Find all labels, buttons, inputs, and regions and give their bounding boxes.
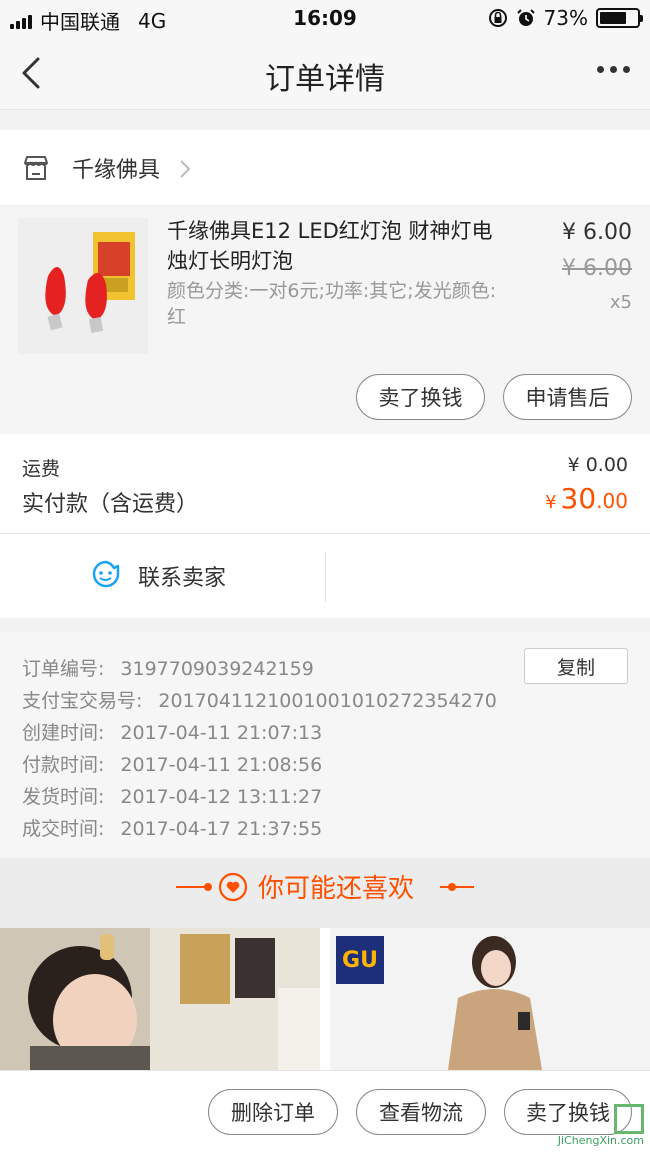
- after-sales-button[interactable]: 申请售后: [503, 374, 632, 420]
- info-label: 发货时间:: [22, 786, 105, 808]
- info-label: 付款时间:: [22, 754, 105, 776]
- shipping-label: 运费: [22, 458, 61, 480]
- watermark-logo: [614, 1104, 644, 1134]
- nav-bar: 订单详情: [0, 36, 650, 110]
- paid-decimal: .00: [596, 489, 628, 513]
- copy-button[interactable]: 复制: [524, 648, 628, 684]
- child-photo-image: [0, 928, 320, 1070]
- created-time-row: 创建时间: 2017-04-11 21:07:13: [22, 718, 322, 745]
- product-price: ¥ 6.00: [562, 220, 632, 245]
- info-label: 订单编号:: [22, 658, 105, 680]
- product-card[interactable]: 千缘佛具E12 LED红灯泡 财神灯电烛灯长明灯泡 颜色分类:一对6元;功率:其…: [0, 206, 650, 434]
- page-title: 订单详情: [265, 62, 385, 97]
- info-value: 2017-04-12 13:11:27: [120, 786, 323, 808]
- info-value: 2017041121001001010272354270: [158, 690, 497, 712]
- shop-name: 千缘佛具: [72, 158, 161, 183]
- delete-order-button[interactable]: 删除订单: [208, 1089, 338, 1135]
- battery-fill: [600, 12, 627, 24]
- recommend-item-image[interactable]: GU: [330, 928, 650, 1070]
- shop-row[interactable]: 千缘佛具: [0, 130, 650, 206]
- product-original-price: ¥ 6.00: [562, 256, 632, 281]
- info-label: 创建时间:: [22, 722, 105, 744]
- recommend-title: 你可能还喜欢: [258, 874, 415, 904]
- paid-integer: 30: [560, 482, 597, 515]
- product-spec: 颜色分类:一对6元;功率:其它;发光颜色:红: [167, 280, 497, 328]
- divider-dot-left: [204, 883, 212, 891]
- fee-section: 运费 ¥ 0.00 实付款（含运费） ¥ 30.00: [0, 434, 650, 534]
- order-number-row: 订单编号: 3197709039242159: [22, 654, 314, 681]
- product-name: 千缘佛具E12 LED红灯泡 财神灯电烛灯长明灯泡: [167, 219, 493, 273]
- deal-time-row: 成交时间: 2017-04-17 21:37:55: [22, 814, 322, 841]
- product-quantity: x5: [609, 292, 632, 313]
- store-icon: [24, 156, 48, 180]
- view-logistics-button[interactable]: 查看物流: [356, 1089, 486, 1135]
- resell-button[interactable]: 卖了换钱: [356, 374, 485, 420]
- shipped-time-row: 发货时间: 2017-04-12 13:11:27: [22, 782, 322, 809]
- recommend-item-image[interactable]: [0, 928, 320, 1070]
- alipay-trade-row: 支付宝交易号: 2017041121001001010272354270: [22, 686, 497, 713]
- paid-amount: ¥ 30.00: [545, 482, 628, 515]
- heart-icon: [218, 872, 248, 902]
- chevron-right-icon: [180, 160, 191, 178]
- watermark-text: JiChengXin.com: [557, 1134, 644, 1147]
- contact-bar: 联系卖家: [0, 534, 650, 618]
- red-bulbs-image: [18, 218, 148, 354]
- shipping-value: ¥ 0.00: [567, 454, 628, 476]
- alarm-icon: [516, 9, 535, 26]
- contact-divider: [325, 552, 326, 602]
- paid-label: 实付款（含运费）: [22, 492, 199, 517]
- info-value: 3197709039242159: [120, 658, 314, 680]
- info-label: 支付宝交易号:: [22, 690, 143, 712]
- status-bar: 中国联通 4G 16:09 73%: [0, 0, 650, 36]
- battery-percent: 73%: [543, 6, 588, 30]
- divider-line-right: [440, 886, 474, 888]
- model-photo-image: [448, 936, 542, 1070]
- chat-face-icon[interactable]: [90, 558, 122, 590]
- info-value: 2017-04-11 21:08:56: [120, 754, 323, 776]
- battery-icon: [596, 8, 643, 28]
- paid-time-row: 付款时间: 2017-04-11 21:08:56: [22, 750, 322, 777]
- watermark: JiChengXin.com: [558, 1104, 644, 1147]
- bottom-action-bar: 删除订单 查看物流 卖了换钱: [0, 1070, 650, 1156]
- more-dots-icon[interactable]: [597, 66, 630, 73]
- info-value: 2017-04-11 21:07:13: [120, 722, 323, 744]
- recommend-list: GU: [0, 928, 650, 1070]
- orientation-lock-icon: [488, 9, 507, 27]
- recommend-header: 你可能还喜欢: [0, 858, 650, 928]
- info-label: 成交时间:: [22, 818, 105, 840]
- info-value: 2017-04-17 21:37:55: [120, 818, 323, 840]
- paid-currency: ¥: [545, 492, 557, 513]
- order-info: 订单编号: 3197709039242159 支付宝交易号: 20170411210…: [0, 632, 650, 858]
- product-thumbnail[interactable]: [18, 218, 148, 354]
- contact-seller-button[interactable]: 联系卖家: [138, 560, 226, 592]
